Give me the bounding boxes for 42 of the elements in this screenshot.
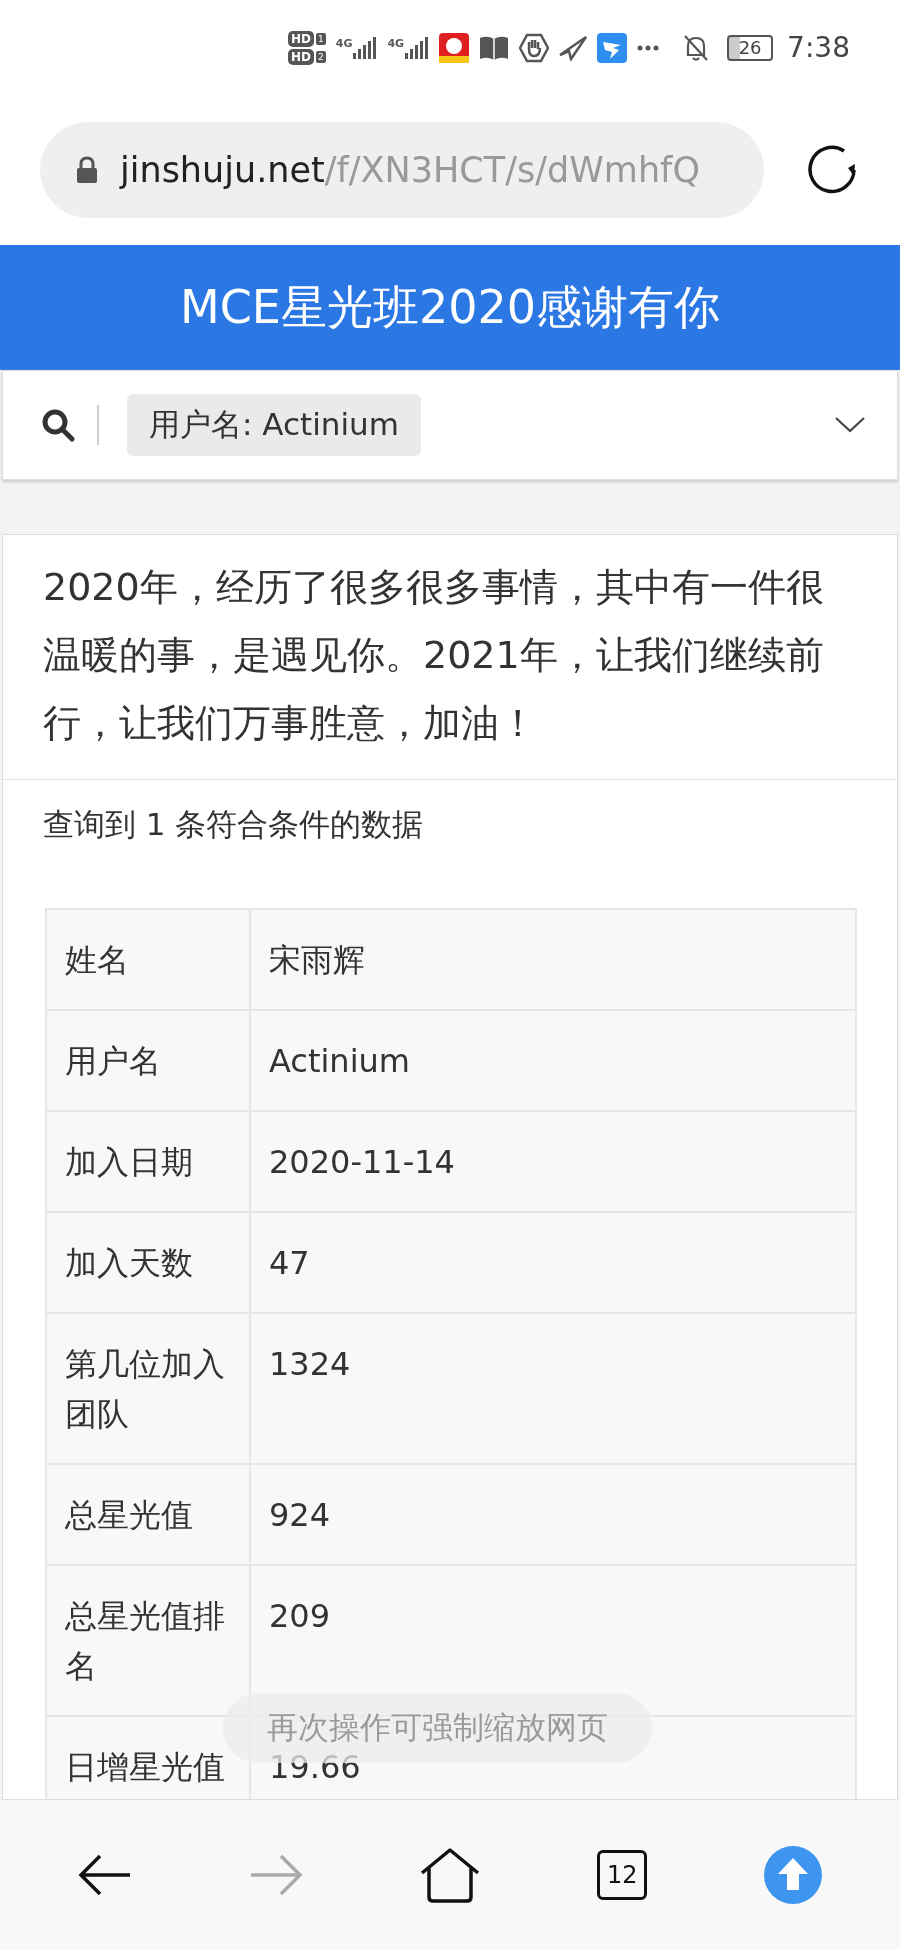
- signal-icon: [353, 36, 378, 59]
- book-icon: [479, 34, 510, 61]
- table-cell: 加入天数: [46, 1212, 250, 1313]
- table-cell: 宋雨辉: [250, 909, 856, 1010]
- sim-slot: 1: [316, 32, 326, 45]
- signal-icon: [405, 36, 430, 59]
- lock-icon: [76, 156, 98, 184]
- sim-slot: 2: [316, 50, 326, 63]
- app-icon: [439, 32, 470, 63]
- tabs-button[interactable]: 12: [597, 1850, 648, 1900]
- upload-icon[interactable]: [763, 1846, 822, 1904]
- bell-muted-icon: [683, 33, 710, 62]
- network-type: 4G: [335, 36, 353, 50]
- hd-badge: HD: [288, 30, 314, 47]
- clock-time: 7:38: [787, 31, 850, 64]
- table-cell: 1324: [250, 1313, 856, 1464]
- url-text: jinshuju.net/f/XN3HCT/s/dWmhfQ: [120, 150, 700, 190]
- chevron-down-icon[interactable]: [835, 417, 865, 433]
- filter-tag[interactable]: 用户名: Actinium: [127, 394, 421, 456]
- table-cell: 总星光值: [46, 1464, 250, 1565]
- back-icon[interactable]: [78, 1853, 133, 1897]
- app-icon: [597, 32, 628, 63]
- paper-plane-icon: [559, 34, 588, 61]
- search-icon[interactable]: [41, 408, 75, 442]
- table-cell: 924: [250, 1464, 856, 1565]
- result-count: 查询到 1 条符合条件的数据: [42, 805, 425, 844]
- table-cell: 2020-11-14: [250, 1111, 856, 1212]
- network-type: 4G: [387, 36, 405, 50]
- battery-indicator: 26: [727, 34, 774, 61]
- form-title: MCE星光班2020感谢有你: [180, 278, 720, 336]
- intro-paragraph: 2020年，经历了很多很多事情，其中有一件很温暖的事，是遇见你。2021年，让我们继续前行，让我们万事胜意，加油！: [3, 535, 897, 780]
- hd-badge: HD: [288, 48, 314, 65]
- table-cell: 加入日期: [46, 1111, 250, 1212]
- table-cell: 用户名: [46, 1010, 250, 1111]
- hand-icon: [519, 32, 550, 63]
- table-cell: 第几位加入团队: [46, 1313, 250, 1464]
- address-bar[interactable]: jinshuju.net/f/XN3HCT/s/dWmhfQ: [40, 122, 764, 218]
- table-cell: 47: [250, 1212, 856, 1313]
- home-icon[interactable]: [418, 1847, 481, 1903]
- table-cell: Actinium: [250, 1010, 856, 1111]
- table-cell: 姓名: [46, 909, 250, 1010]
- more-icon: [637, 44, 660, 51]
